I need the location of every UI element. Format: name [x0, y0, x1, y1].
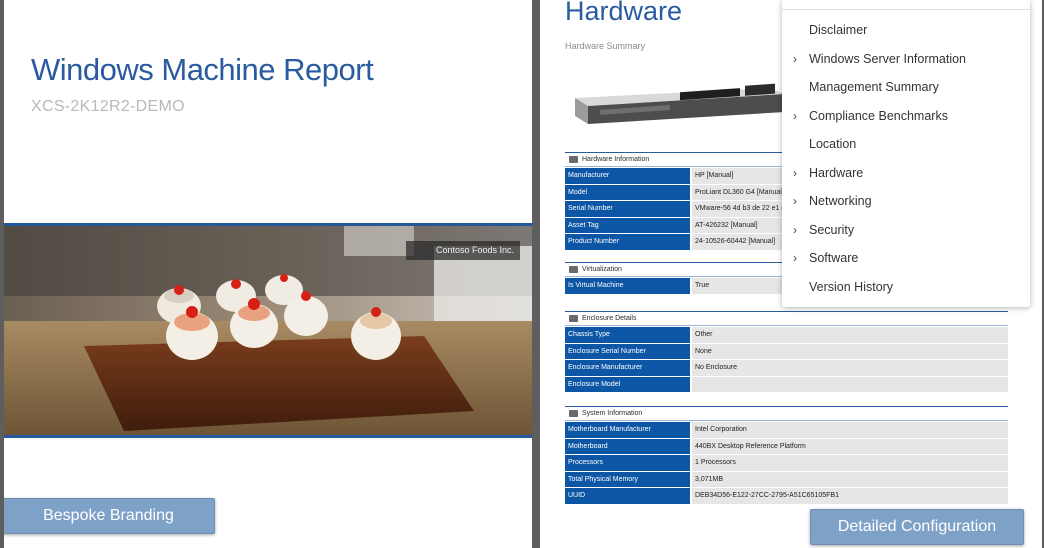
row-value: Other	[692, 327, 1008, 343]
system-icon	[569, 410, 578, 417]
toc-item-label: Security	[809, 222, 855, 237]
cover-page: Windows Machine Report XCS-2K12R2-DEMO C…	[4, 0, 532, 548]
table-row: Enclosure Manufacturer No Enclosure	[565, 360, 1008, 376]
enclosure-icon	[569, 315, 578, 322]
row-label: Manufacturer	[565, 168, 690, 184]
row-label: Motherboard Manufacturer	[565, 422, 690, 438]
table-row: Chassis Type Other	[565, 327, 1008, 343]
table-of-contents-menu: Disclaimer › Windows Server Information M…	[782, 0, 1030, 307]
table-row: Enclosure Model	[565, 376, 1008, 392]
chevron-right-icon[interactable]: ›	[793, 187, 797, 216]
toc-item-label: Hardware	[809, 165, 864, 180]
toc-list: Disclaimer › Windows Server Information M…	[782, 10, 1030, 301]
chevron-right-icon[interactable]: ›	[793, 102, 797, 131]
chevron-right-icon[interactable]: ›	[793, 244, 797, 273]
chevron-right-icon[interactable]: ›	[793, 159, 797, 188]
section-title: Hardware	[565, 0, 683, 26]
group-title: Virtualization	[582, 266, 622, 273]
chevron-right-icon[interactable]: ›	[793, 45, 797, 74]
row-value: No Enclosure	[692, 360, 1008, 376]
system-information-group: System Information Motherboard Manufactu…	[565, 406, 1008, 504]
toc-item-hardware[interactable]: › Hardware	[782, 159, 1030, 188]
toc-item-label: Management Summary	[809, 80, 939, 94]
row-label: Serial Number	[565, 201, 690, 217]
toc-item-disclaimer[interactable]: Disclaimer	[782, 16, 1030, 45]
row-label: Asset Tag	[565, 217, 690, 233]
row-label: UUID	[565, 488, 690, 504]
cover-photo: Contoso Foods Inc.	[4, 223, 532, 438]
section-subtitle: Hardware Summary	[565, 41, 646, 51]
toc-item-label: Version History	[809, 279, 894, 294]
table-row: Motherboard 440BX Desktop Reference Platf…	[565, 438, 1008, 454]
table-row: Motherboard Manufacturer Intel Corporatio…	[565, 422, 1008, 438]
detailed-configuration-button[interactable]: Detailed Configuration	[810, 509, 1024, 545]
row-label: Total Physical Memory	[565, 471, 690, 487]
group-title: System Information	[582, 410, 643, 417]
toc-item-label: Disclaimer	[809, 23, 868, 37]
row-label: Product Number	[565, 234, 690, 250]
row-label: Is Virtual Machine	[565, 278, 690, 294]
toc-item-label: Windows Server Information	[809, 51, 967, 66]
enclosure-details-group: Enclosure Details Chassis Type Other Encl…	[565, 311, 1008, 392]
table-row: UUID DEB34D56-E122-27CC-2795-A51C65105FB1	[565, 488, 1008, 504]
table-row: Processors 1 Processors	[565, 455, 1008, 471]
toc-item-compliance-benchmarks[interactable]: › Compliance Benchmarks	[782, 102, 1030, 131]
row-label: Processors	[565, 455, 690, 471]
toc-item-security[interactable]: › Security	[782, 216, 1030, 245]
row-value	[692, 376, 1008, 392]
toc-item-networking[interactable]: › Networking	[782, 187, 1030, 216]
toc-item-management-summary[interactable]: Management Summary	[782, 73, 1030, 102]
toc-item-label: Software	[809, 251, 859, 265]
company-name-tag: Contoso Foods Inc.	[405, 241, 520, 260]
toc-item-software[interactable]: › Software	[782, 244, 1030, 273]
toc-item-label: Compliance Benchmarks	[809, 108, 948, 123]
table-row: Enclosure Serial Number None	[565, 343, 1008, 359]
row-label: Enclosure Serial Number	[565, 343, 690, 359]
row-value: 1 Processors	[692, 455, 1008, 471]
group-title: Hardware Information	[582, 156, 650, 163]
row-label: Enclosure Model	[565, 376, 690, 392]
server-image	[575, 83, 785, 124]
toc-item-location[interactable]: Location	[782, 130, 1030, 159]
virtualization-icon	[569, 266, 578, 273]
toc-item-windows-server-information[interactable]: › Windows Server Information	[782, 45, 1030, 74]
machine-name: XCS-2K12R2-DEMO	[31, 98, 185, 115]
row-value: 3,071MB	[692, 471, 1008, 487]
toc-item-label: Networking	[809, 194, 872, 208]
toc-item-version-history[interactable]: Version History	[782, 273, 1030, 302]
row-value: DEB34D56-E122-27CC-2795-A51C65105FB1	[692, 488, 1008, 504]
row-label: Enclosure Manufacturer	[565, 360, 690, 376]
row-value: 440BX Desktop Reference Platform	[692, 438, 1008, 454]
chevron-right-icon[interactable]: ›	[793, 216, 797, 245]
group-title: Enclosure Details	[582, 315, 637, 322]
row-label: Chassis Type	[565, 327, 690, 343]
row-value: None	[692, 343, 1008, 359]
bespoke-branding-button[interactable]: Bespoke Branding	[4, 498, 215, 534]
server-icon	[569, 156, 578, 163]
row-value: Intel Corporation	[692, 422, 1008, 438]
report-title: Windows Machine Report	[31, 52, 374, 87]
toc-item-label: Location	[809, 137, 857, 151]
row-label: Model	[565, 184, 690, 200]
table-row: Total Physical Memory 3,071MB	[565, 471, 1008, 487]
row-label: Motherboard	[565, 438, 690, 454]
